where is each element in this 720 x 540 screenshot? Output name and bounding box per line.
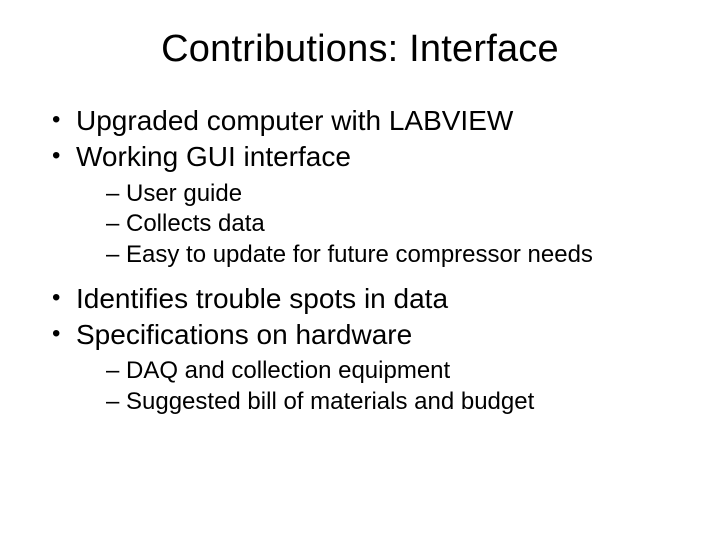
bullet-text: Upgraded computer with LABVIEW <box>76 105 513 136</box>
bullet-item: Working GUI interface User guide Collect… <box>48 139 680 271</box>
bullet-item: Identifies trouble spots in data <box>48 281 680 317</box>
sub-bullet-text: User guide <box>126 180 242 207</box>
sub-bullet-list: DAQ and collection equipment Suggested b… <box>76 356 680 417</box>
sub-bullet-text: Easy to update for future compressor nee… <box>126 241 593 268</box>
sub-bullet-text: Suggested bill of materials and budget <box>126 388 534 415</box>
sub-bullet-text: Collects data <box>126 210 265 237</box>
bullet-item: Upgraded computer with LABVIEW <box>48 103 680 139</box>
sub-bullet-text: DAQ and collection equipment <box>126 357 450 384</box>
sub-bullet-item: Suggested bill of materials and budget <box>106 387 680 418</box>
sub-bullet-item: DAQ and collection equipment <box>106 356 680 387</box>
sub-bullet-item: User guide <box>106 179 680 210</box>
sub-bullet-item: Collects data <box>106 209 680 240</box>
bullet-text: Working GUI interface <box>76 141 351 172</box>
slide-title: Contributions: Interface <box>40 28 680 71</box>
bullet-text: Specifications on hardware <box>76 319 412 350</box>
sub-bullet-item: Easy to update for future compressor nee… <box>106 240 680 271</box>
sub-bullet-list: User guide Collects data Easy to update … <box>76 179 680 271</box>
bullet-item: Specifications on hardware DAQ and colle… <box>48 317 680 418</box>
bullet-list: Upgraded computer with LABVIEW Working G… <box>40 103 680 418</box>
bullet-text: Identifies trouble spots in data <box>76 283 448 314</box>
slide: Contributions: Interface Upgraded comput… <box>0 0 720 540</box>
